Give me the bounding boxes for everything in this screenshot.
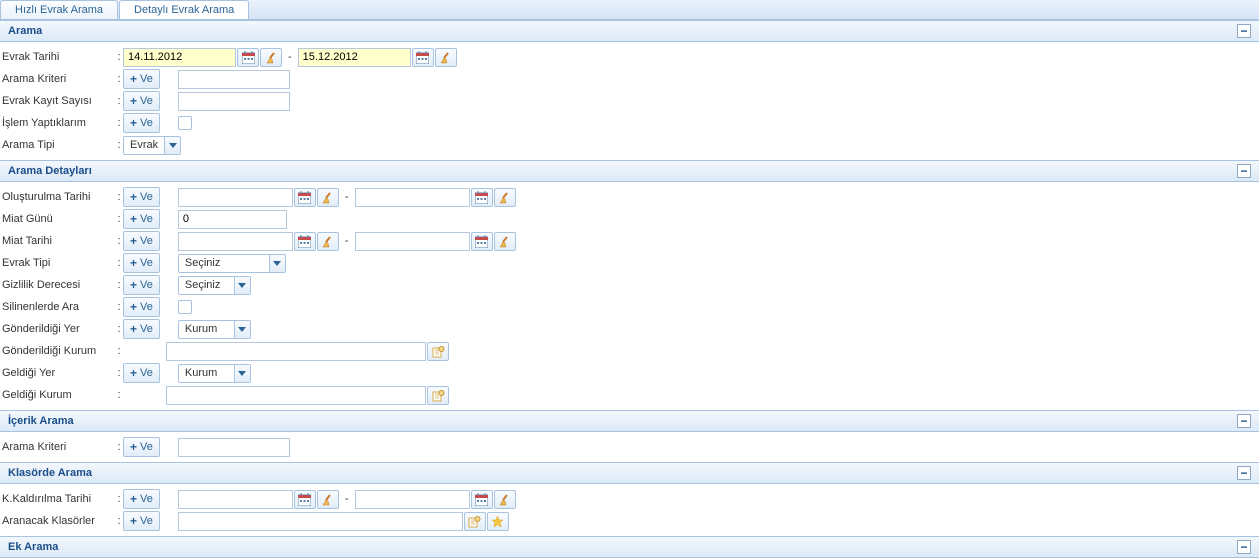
clear-icon[interactable]: [494, 490, 516, 509]
label-arama-tipi: Arama Tipi: [0, 139, 115, 151]
islem-yaptiklarim-checkbox[interactable]: [178, 116, 192, 130]
ve-button[interactable]: +Ve: [123, 231, 160, 251]
ve-button[interactable]: +Ve: [123, 363, 160, 383]
geldigi-yer-select[interactable]: Kurum: [178, 364, 251, 383]
olusturulma-to[interactable]: [355, 188, 470, 207]
evrak-tarihi-from[interactable]: [123, 48, 236, 67]
ve-button[interactable]: +Ve: [123, 69, 160, 89]
miat-to[interactable]: [355, 232, 470, 251]
label-evrak-kayit-sayisi: Evrak Kayıt Sayısı: [0, 95, 115, 107]
label-olusturulma-tarihi: Oluşturulma Tarihi: [0, 191, 115, 203]
ve-button[interactable]: +Ve: [123, 297, 160, 317]
ve-button[interactable]: +Ve: [123, 511, 160, 531]
tab-detayli-evrak-arama[interactable]: Detaylı Evrak Arama: [119, 0, 249, 19]
label-miat-gunu: Miat Günü: [0, 213, 115, 225]
miat-from[interactable]: [178, 232, 293, 251]
label-arama-kriteri: Arama Kriteri: [0, 73, 115, 85]
label-aranacak-klasorler: Aranacak Klasörler: [0, 515, 115, 527]
icerik-kriteri-input[interactable]: [178, 438, 290, 457]
arama-tipi-select[interactable]: Evrak: [123, 136, 181, 155]
ve-button[interactable]: +Ve: [123, 187, 160, 207]
chevron-down-icon[interactable]: [164, 137, 180, 154]
ve-button[interactable]: +Ve: [123, 113, 160, 133]
panel-title-klasor: Klasörde Arama: [8, 467, 92, 479]
clear-icon[interactable]: [317, 232, 339, 251]
clear-icon[interactable]: [317, 490, 339, 509]
calendar-icon[interactable]: [471, 188, 493, 207]
dash: -: [288, 51, 292, 63]
gonderildigi-kurum-input[interactable]: [166, 342, 426, 361]
calendar-icon[interactable]: [471, 232, 493, 251]
label-evrak-tipi: Evrak Tipi: [0, 257, 115, 269]
lookup-icon[interactable]: [427, 386, 449, 405]
geldigi-kurum-input[interactable]: [166, 386, 426, 405]
clear-icon[interactable]: [435, 48, 457, 67]
evrak-tarihi-to[interactable]: [298, 48, 411, 67]
calendar-icon[interactable]: [471, 490, 493, 509]
collapse-detaylar[interactable]: −: [1237, 164, 1251, 178]
chevron-down-icon[interactable]: [234, 277, 250, 294]
collapse-ek[interactable]: −: [1237, 540, 1251, 554]
panel-title-icerik: İçerik Arama: [8, 415, 74, 427]
evrak-tipi-select[interactable]: Seçiniz: [178, 254, 286, 273]
lookup-icon[interactable]: [427, 342, 449, 361]
label-silinenlerde: Silinenlerde Ara: [0, 301, 115, 313]
ve-button[interactable]: +Ve: [123, 209, 160, 229]
ve-button[interactable]: +Ve: [123, 437, 160, 457]
panel-title-ek: Ek Arama: [8, 541, 58, 553]
panel-header-detaylar: Arama Detayları −: [0, 160, 1259, 182]
silinenlerde-checkbox[interactable]: [178, 300, 192, 314]
collapse-arama[interactable]: −: [1237, 24, 1251, 38]
ve-button[interactable]: +Ve: [123, 489, 160, 509]
calendar-icon[interactable]: [294, 188, 316, 207]
chevron-down-icon[interactable]: [269, 255, 285, 272]
clear-icon[interactable]: [494, 188, 516, 207]
clear-icon[interactable]: [494, 232, 516, 251]
label-gizlilik: Gizlilik Derecesi: [0, 279, 115, 291]
collapse-icerik[interactable]: −: [1237, 414, 1251, 428]
calendar-icon[interactable]: [412, 48, 434, 67]
label-evrak-tarihi: Evrak Tarihi: [0, 51, 115, 63]
label-gonderildigi-yer: Gönderildiği Yer: [0, 323, 115, 335]
collapse-klasor[interactable]: −: [1237, 466, 1251, 480]
ve-button[interactable]: +Ve: [123, 319, 160, 339]
lookup-icon[interactable]: [464, 512, 486, 531]
ve-button[interactable]: +Ve: [123, 253, 160, 273]
label-miat-tarihi: Miat Tarihi: [0, 235, 115, 247]
panel-header-icerik: İçerik Arama −: [0, 410, 1259, 432]
calendar-icon[interactable]: [294, 490, 316, 509]
arama-kriteri-input[interactable]: [178, 70, 290, 89]
label-gonderildigi-kurum: Gönderildiği Kurum: [0, 345, 115, 357]
chevron-down-icon[interactable]: [234, 321, 250, 338]
calendar-icon[interactable]: [237, 48, 259, 67]
gonderildigi-yer-select[interactable]: Kurum: [178, 320, 251, 339]
tab-hizli-evrak-arama[interactable]: Hızlı Evrak Arama: [0, 0, 118, 19]
chevron-down-icon[interactable]: [234, 365, 250, 382]
evrak-kayit-sayisi-input[interactable]: [178, 92, 290, 111]
miat-gunu-input[interactable]: [178, 210, 287, 229]
panel-title-detaylar: Arama Detayları: [8, 165, 92, 177]
label-geldigi-kurum: Geldiği Kurum: [0, 389, 115, 401]
calendar-icon[interactable]: [294, 232, 316, 251]
label-islem-yaptiklarim: İşlem Yaptıklarım: [0, 117, 115, 129]
label-icerik-kriteri: Arama Kriteri: [0, 441, 115, 453]
gizlilik-select[interactable]: Seçiniz: [178, 276, 251, 295]
clear-icon[interactable]: [260, 48, 282, 67]
label-geldigi-yer: Geldiği Yer: [0, 367, 115, 379]
star-icon[interactable]: [487, 512, 509, 531]
clear-icon[interactable]: [317, 188, 339, 207]
label-kaldirilma-tarihi: K.Kaldırılma Tarihi: [0, 493, 115, 505]
panel-header-arama: Arama −: [0, 20, 1259, 42]
aranacak-klasorler-input[interactable]: [178, 512, 463, 531]
panel-title-arama: Arama: [8, 25, 42, 37]
panel-header-klasor: Klasörde Arama −: [0, 462, 1259, 484]
ve-button[interactable]: +Ve: [123, 275, 160, 295]
ve-button[interactable]: +Ve: [123, 91, 160, 111]
kaldirilma-from[interactable]: [178, 490, 293, 509]
panel-header-ek: Ek Arama −: [0, 536, 1259, 558]
olusturulma-from[interactable]: [178, 188, 293, 207]
kaldirilma-to[interactable]: [355, 490, 470, 509]
